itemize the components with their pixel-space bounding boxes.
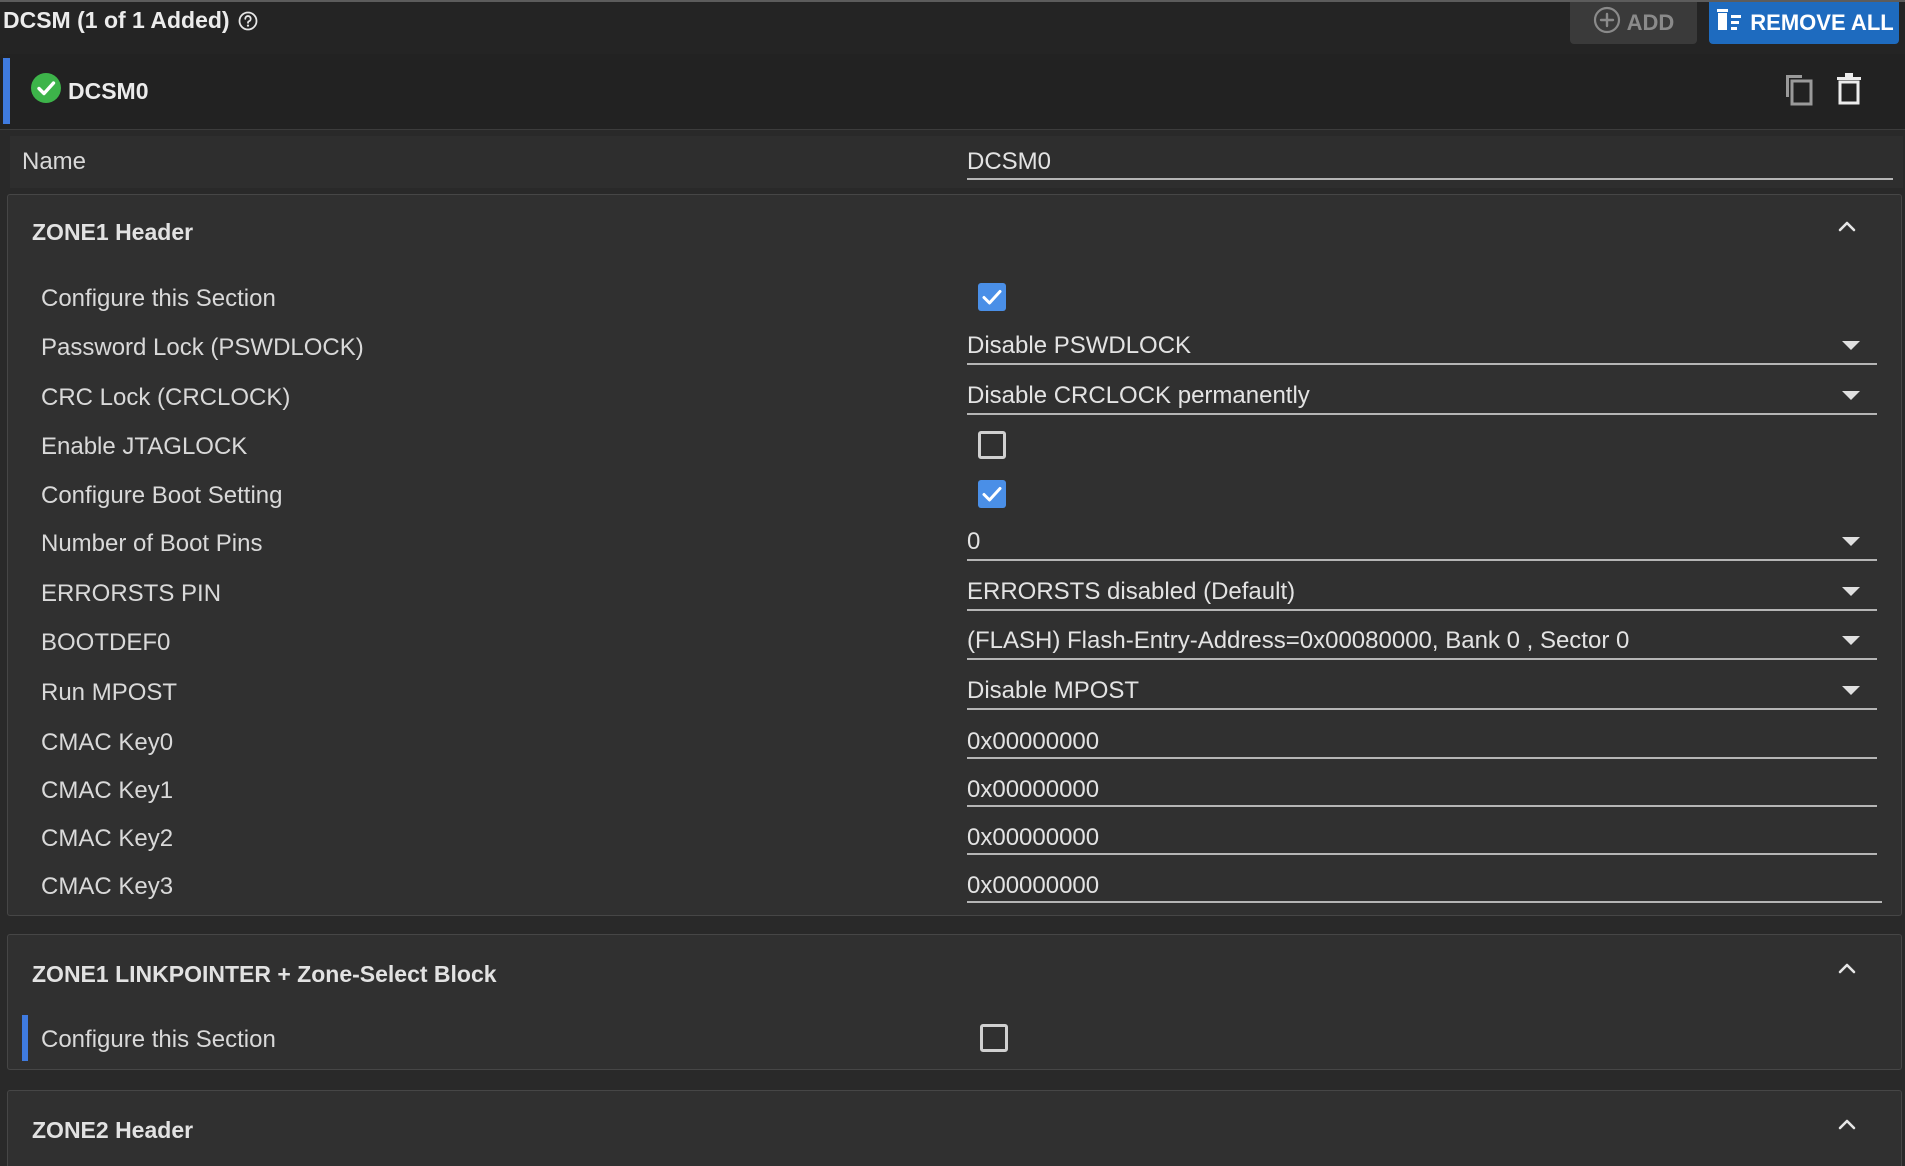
select-underline (967, 559, 1877, 561)
boot-pins-select[interactable]: 0 (967, 528, 980, 556)
dropdown-arrow-icon[interactable] (1842, 686, 1860, 695)
add-button-label: ADD (1626, 10, 1675, 35)
name-row: Name DCSM0 (10, 136, 1903, 188)
dcsm-panel: DCSM (1 of 1 Added) ADD REMOVE ALL DCSM0… (0, 0, 1905, 1166)
cmac-key1-input[interactable]: 0x00000000 (967, 776, 1099, 804)
cmac-key2-input[interactable]: 0x00000000 (967, 824, 1099, 852)
selection-indicator (3, 58, 10, 124)
dropdown-arrow-icon[interactable] (1842, 537, 1860, 546)
errorsts-select[interactable]: ERRORSTS disabled (Default) (967, 578, 1295, 606)
dropdown-arrow-icon[interactable] (1842, 587, 1860, 596)
add-button[interactable]: ADD (1570, 2, 1697, 44)
configure-section-checkbox[interactable] (978, 283, 1006, 311)
chevron-up-icon[interactable] (1835, 957, 1859, 981)
dropdown-arrow-icon[interactable] (1842, 391, 1860, 400)
dropdown-arrow-icon[interactable] (1842, 341, 1860, 350)
field-label: CMAC Key0 (41, 729, 174, 756)
input-underline (967, 901, 1882, 903)
name-label: Name (22, 148, 87, 175)
select-underline (967, 413, 1877, 415)
boot-setting-checkbox[interactable] (978, 480, 1006, 508)
delete-icon[interactable] (1834, 72, 1864, 106)
remove-list-icon (1714, 6, 1746, 40)
section-zone2-header: ZONE2 Header (7, 1090, 1902, 1166)
field-label: CMAC Key3 (41, 873, 174, 900)
instance-title: DCSM0 (30, 72, 149, 110)
chevron-up-icon[interactable] (1835, 215, 1859, 239)
module-title: DCSM (1 of 1 Added) (3, 7, 258, 34)
input-underline (967, 853, 1877, 855)
name-input[interactable]: DCSM0 (967, 148, 1051, 176)
section-title[interactable]: ZONE2 Header (32, 1117, 193, 1144)
pswdlock-select[interactable]: Disable PSWDLOCK (967, 332, 1191, 360)
field-label: Enable JTAGLOCK (41, 433, 248, 460)
field-label: Configure Boot Setting (41, 482, 283, 509)
focus-indicator (22, 1015, 28, 1061)
section-title[interactable]: ZONE1 Header (32, 219, 193, 246)
select-underline (967, 609, 1877, 611)
section-title[interactable]: ZONE1 LINKPOINTER + Zone-Select Block (32, 961, 497, 988)
bootdef0-select[interactable]: (FLASH) Flash-Entry-Address=0x00080000, … (967, 627, 1629, 655)
field-label: Number of Boot Pins (41, 530, 263, 557)
field-label: Run MPOST (41, 679, 178, 706)
instance-row-dcsm0[interactable]: DCSM0 (0, 54, 1905, 130)
cmac-key0-input[interactable]: 0x00000000 (967, 728, 1099, 756)
field-label: CMAC Key2 (41, 825, 174, 852)
select-underline (967, 708, 1877, 710)
select-underline (967, 658, 1877, 660)
cmac-key3-input[interactable]: 0x00000000 (967, 872, 1099, 900)
chevron-up-icon[interactable] (1835, 1113, 1859, 1137)
field-label: CMAC Key1 (41, 777, 174, 804)
remove-all-button[interactable]: REMOVE ALL (1709, 2, 1899, 44)
copy-icon[interactable] (1782, 71, 1814, 107)
input-underline (967, 805, 1877, 807)
field-label: Configure this Section (41, 1026, 276, 1053)
configure-section-checkbox[interactable] (980, 1024, 1008, 1052)
section-zone1-header: ZONE1 Header Configure this Section Pass… (7, 194, 1902, 916)
field-label: BOOTDEF0 (41, 629, 171, 656)
input-underline (967, 757, 1877, 759)
dropdown-arrow-icon[interactable] (1842, 636, 1860, 645)
mpost-select[interactable]: Disable MPOST (967, 677, 1139, 705)
select-underline (967, 363, 1877, 365)
field-label: CRC Lock (CRCLOCK) (41, 384, 291, 411)
jtaglock-checkbox[interactable] (978, 431, 1006, 459)
module-title-text: DCSM (1 of 1 Added) (3, 7, 230, 33)
instance-name: DCSM0 (68, 77, 149, 104)
field-label: ERRORSTS PIN (41, 580, 222, 607)
remove-all-label: REMOVE ALL (1750, 10, 1894, 35)
crclock-select[interactable]: Disable CRCLOCK permanently (967, 382, 1310, 410)
section-zone1-linkpointer: ZONE1 LINKPOINTER + Zone-Select Block Co… (7, 934, 1902, 1070)
name-input-underline (967, 178, 1893, 180)
field-label: Password Lock (PSWDLOCK) (41, 334, 364, 361)
help-circle-icon[interactable] (238, 11, 258, 31)
module-header: DCSM (1 of 1 Added) ADD REMOVE ALL (0, 2, 1905, 54)
check-circle-icon (30, 72, 62, 110)
add-circle-icon (1593, 6, 1621, 40)
field-label: Configure this Section (41, 285, 276, 312)
